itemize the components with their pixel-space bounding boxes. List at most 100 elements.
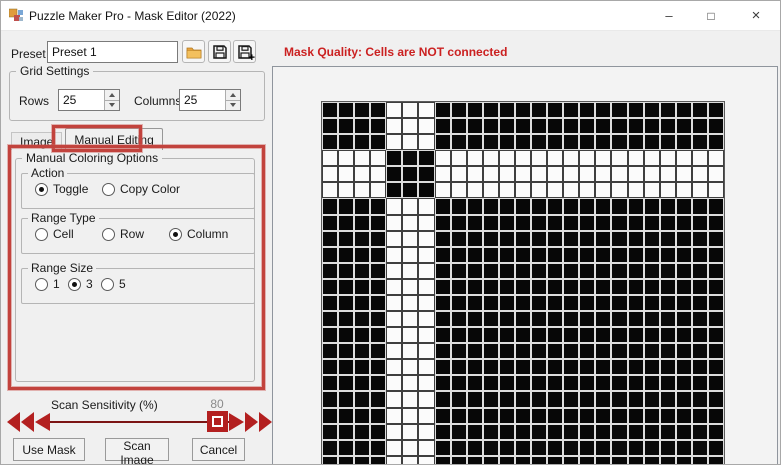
mask-cell[interactable]	[692, 231, 708, 247]
mask-cell[interactable]	[402, 456, 418, 465]
mask-cell[interactable]	[451, 359, 467, 375]
radio-toggle[interactable]: Toggle	[35, 182, 102, 196]
mask-cell[interactable]	[595, 102, 611, 118]
mask-cell[interactable]	[708, 311, 724, 327]
mask-cell[interactable]	[515, 424, 531, 440]
mask-cell[interactable]	[386, 166, 402, 182]
mask-cell[interactable]	[611, 166, 627, 182]
mask-cell[interactable]	[322, 134, 338, 150]
mask-cell[interactable]	[611, 263, 627, 279]
mask-cell[interactable]	[692, 424, 708, 440]
mask-cell[interactable]	[499, 215, 515, 231]
mask-cell[interactable]	[531, 198, 547, 214]
mask-cell[interactable]	[628, 166, 644, 182]
columns-spin-up-icon[interactable]	[226, 90, 240, 100]
mask-cell[interactable]	[579, 440, 595, 456]
mask-cell[interactable]	[418, 424, 434, 440]
mask-cell[interactable]	[531, 359, 547, 375]
mask-cell[interactable]	[418, 359, 434, 375]
mask-cell[interactable]	[515, 215, 531, 231]
mask-cell[interactable]	[611, 343, 627, 359]
mask-cell[interactable]	[402, 150, 418, 166]
mask-cell[interactable]	[628, 150, 644, 166]
mask-cell[interactable]	[483, 440, 499, 456]
mask-cell[interactable]	[402, 327, 418, 343]
mask-cell[interactable]	[595, 391, 611, 407]
mask-cell[interactable]	[595, 198, 611, 214]
mask-cell[interactable]	[370, 150, 386, 166]
mask-cell[interactable]	[563, 231, 579, 247]
mask-cell[interactable]	[451, 215, 467, 231]
mask-cell[interactable]	[660, 440, 676, 456]
mask-cell[interactable]	[547, 375, 563, 391]
mask-cell[interactable]	[322, 408, 338, 424]
mask-cell[interactable]	[338, 279, 354, 295]
mask-cell[interactable]	[660, 391, 676, 407]
mask-cell[interactable]	[483, 231, 499, 247]
mask-cell[interactable]	[579, 263, 595, 279]
mask-cell[interactable]	[467, 231, 483, 247]
mask-cell[interactable]	[660, 118, 676, 134]
mask-cell[interactable]	[676, 327, 692, 343]
mask-cell[interactable]	[611, 424, 627, 440]
mask-cell[interactable]	[499, 279, 515, 295]
mask-cell[interactable]	[499, 424, 515, 440]
mask-cell[interactable]	[595, 424, 611, 440]
mask-cell[interactable]	[451, 102, 467, 118]
mask-cell[interactable]	[483, 295, 499, 311]
mask-cell[interactable]	[595, 134, 611, 150]
mask-cell[interactable]	[611, 215, 627, 231]
mask-cell[interactable]	[370, 198, 386, 214]
mask-cell[interactable]	[370, 279, 386, 295]
mask-cell[interactable]	[418, 295, 434, 311]
mask-cell[interactable]	[435, 182, 451, 198]
mask-cell[interactable]	[467, 102, 483, 118]
mask-cell[interactable]	[467, 359, 483, 375]
mask-cell[interactable]	[402, 231, 418, 247]
mask-cell[interactable]	[386, 231, 402, 247]
mask-cell[interactable]	[547, 263, 563, 279]
mask-cell[interactable]	[402, 247, 418, 263]
mask-cell[interactable]	[579, 375, 595, 391]
radio-row[interactable]: Row	[102, 227, 169, 241]
mask-cell[interactable]	[611, 198, 627, 214]
mask-cell[interactable]	[515, 375, 531, 391]
mask-cell[interactable]	[660, 182, 676, 198]
mask-cell[interactable]	[628, 311, 644, 327]
mask-cell[interactable]	[644, 375, 660, 391]
mask-cell[interactable]	[547, 182, 563, 198]
mask-cell[interactable]	[563, 408, 579, 424]
mask-cell[interactable]	[595, 343, 611, 359]
mask-cell[interactable]	[338, 263, 354, 279]
mask-cell[interactable]	[370, 166, 386, 182]
mask-cell[interactable]	[402, 182, 418, 198]
mask-cell[interactable]	[628, 424, 644, 440]
mask-cell[interactable]	[708, 102, 724, 118]
mask-cell[interactable]	[386, 134, 402, 150]
mask-cell[interactable]	[628, 182, 644, 198]
mask-cell[interactable]	[467, 391, 483, 407]
mask-cell[interactable]	[499, 295, 515, 311]
radio-toggle-icon[interactable]	[35, 183, 48, 196]
radio-1-icon[interactable]	[35, 278, 48, 291]
mask-cell[interactable]	[611, 391, 627, 407]
mask-cell[interactable]	[354, 198, 370, 214]
mask-cell[interactable]	[708, 391, 724, 407]
mask-cell[interactable]	[467, 134, 483, 150]
mask-cell[interactable]	[692, 440, 708, 456]
mask-cell[interactable]	[628, 215, 644, 231]
mask-cell[interactable]	[338, 166, 354, 182]
mask-cell[interactable]	[547, 295, 563, 311]
mask-cell[interactable]	[338, 182, 354, 198]
mask-cell[interactable]	[354, 295, 370, 311]
mask-cell[interactable]	[708, 166, 724, 182]
radio-1[interactable]: 1	[35, 277, 68, 291]
mask-cell[interactable]	[708, 198, 724, 214]
mask-cell[interactable]	[418, 375, 434, 391]
mask-cell[interactable]	[595, 279, 611, 295]
mask-cell[interactable]	[322, 295, 338, 311]
slider-track[interactable]	[50, 421, 230, 423]
mask-cell[interactable]	[547, 391, 563, 407]
mask-cell[interactable]	[660, 166, 676, 182]
mask-cell[interactable]	[338, 311, 354, 327]
